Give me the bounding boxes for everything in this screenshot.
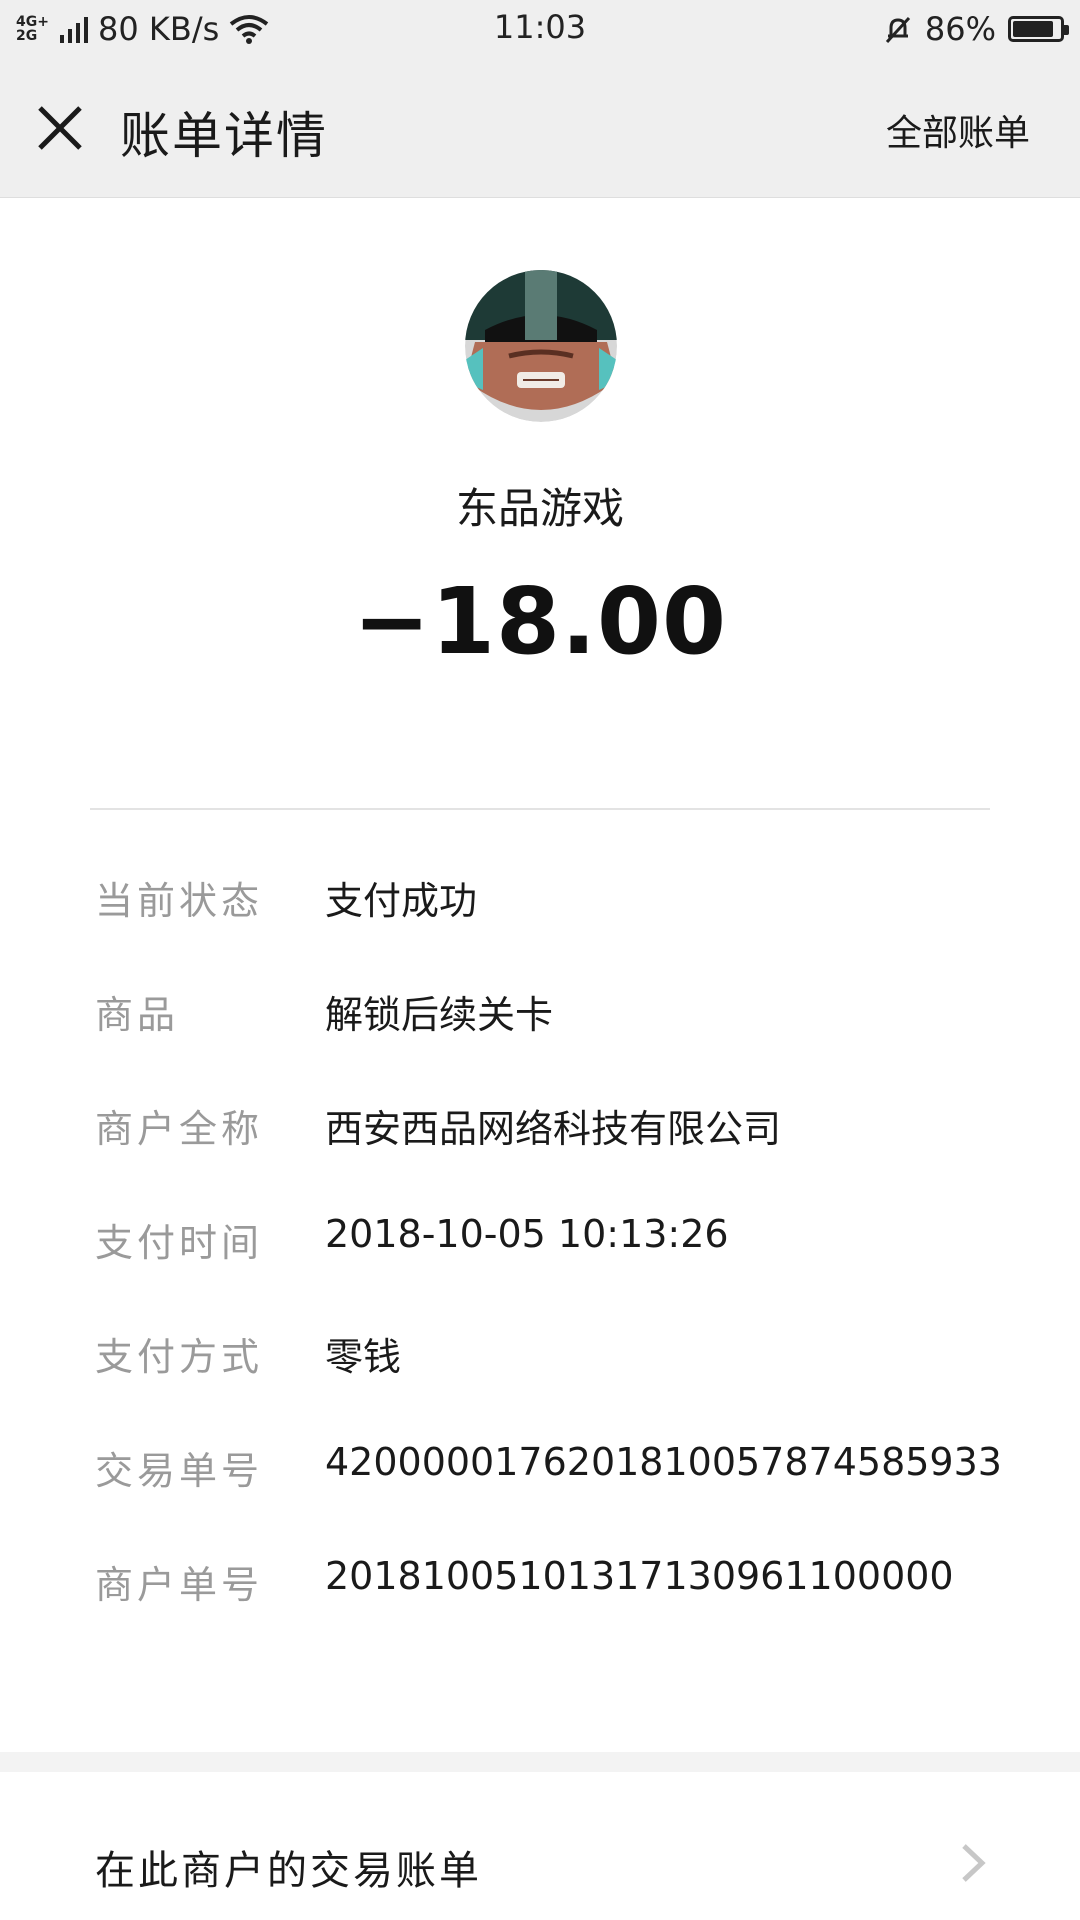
merchant-transactions-label: 在此商户的交易账单 xyxy=(95,1848,482,1894)
detail-row-status: 当前状态 支付成功 xyxy=(0,870,1080,930)
network-top-label: 4G+ xyxy=(16,14,49,30)
detail-value: 20181005101317130961100000 xyxy=(325,1554,954,1598)
detail-row-merchant-fullname: 商户全称 西安西品网络科技有限公司 xyxy=(0,1098,1080,1158)
detail-row-product: 商品 解锁后续关卡 xyxy=(0,984,1080,1044)
status-left: 4G+ 2G 80 KB/s xyxy=(16,10,269,48)
mute-bell-icon xyxy=(885,16,910,44)
detail-value: 西安西品网络科技有限公司 xyxy=(325,1107,782,1151)
detail-value: 4200000176201810057874585933 xyxy=(325,1440,1002,1484)
detail-row-merchant-order-id: 商户单号 20181005101317130961100000 xyxy=(0,1554,1080,1614)
merchant-transactions-link[interactable]: 在此商户的交易账单 xyxy=(0,1772,1080,1920)
close-icon[interactable] xyxy=(30,98,90,158)
battery-percent: 86% xyxy=(924,10,996,48)
merchant-avatar xyxy=(465,270,617,422)
all-bills-link[interactable]: 全部账单 xyxy=(886,104,1030,156)
detail-value: 解锁后续关卡 xyxy=(325,993,554,1037)
network-speed: 80 KB/s xyxy=(98,10,220,48)
detail-label: 支付时间 xyxy=(95,1221,264,1265)
detail-label: 商户全称 xyxy=(95,1107,264,1151)
merchant-name: 东品游戏 xyxy=(455,484,624,533)
battery-icon xyxy=(1008,16,1069,42)
detail-row-transaction-id: 交易单号 4200000176201810057874585933 xyxy=(0,1440,1080,1500)
detail-label: 支付方式 xyxy=(95,1335,264,1379)
detail-label: 当前状态 xyxy=(95,879,264,923)
chevron-right-icon xyxy=(962,1844,986,1882)
detail-label: 交易单号 xyxy=(95,1449,264,1493)
navigation-bar: 账单详情 全部账单 xyxy=(0,58,1080,198)
detail-row-pay-time: 支付时间 2018-10-05 10:13:26 xyxy=(0,1212,1080,1272)
transaction-amount: −18.00 xyxy=(352,568,728,675)
network-bottom-label: 2G xyxy=(16,28,38,44)
signal-icon xyxy=(60,15,88,43)
status-bar: 4G+ 2G 80 KB/s 11:03 86% xyxy=(0,0,1080,58)
page-title: 账单详情 xyxy=(120,107,328,165)
divider xyxy=(90,808,990,810)
status-right: 86% xyxy=(883,10,1069,48)
wifi-icon xyxy=(230,15,269,44)
battery-fill xyxy=(1013,21,1053,37)
network-type: 4G+ 2G xyxy=(16,15,50,43)
section-separator xyxy=(0,1752,1080,1772)
detail-label: 商品 xyxy=(95,993,180,1037)
detail-label: 商户单号 xyxy=(95,1563,264,1607)
detail-row-pay-method: 支付方式 零钱 xyxy=(0,1326,1080,1386)
detail-value: 零钱 xyxy=(325,1335,402,1379)
detail-value: 支付成功 xyxy=(325,879,478,923)
detail-value: 2018-10-05 10:13:26 xyxy=(325,1212,729,1256)
